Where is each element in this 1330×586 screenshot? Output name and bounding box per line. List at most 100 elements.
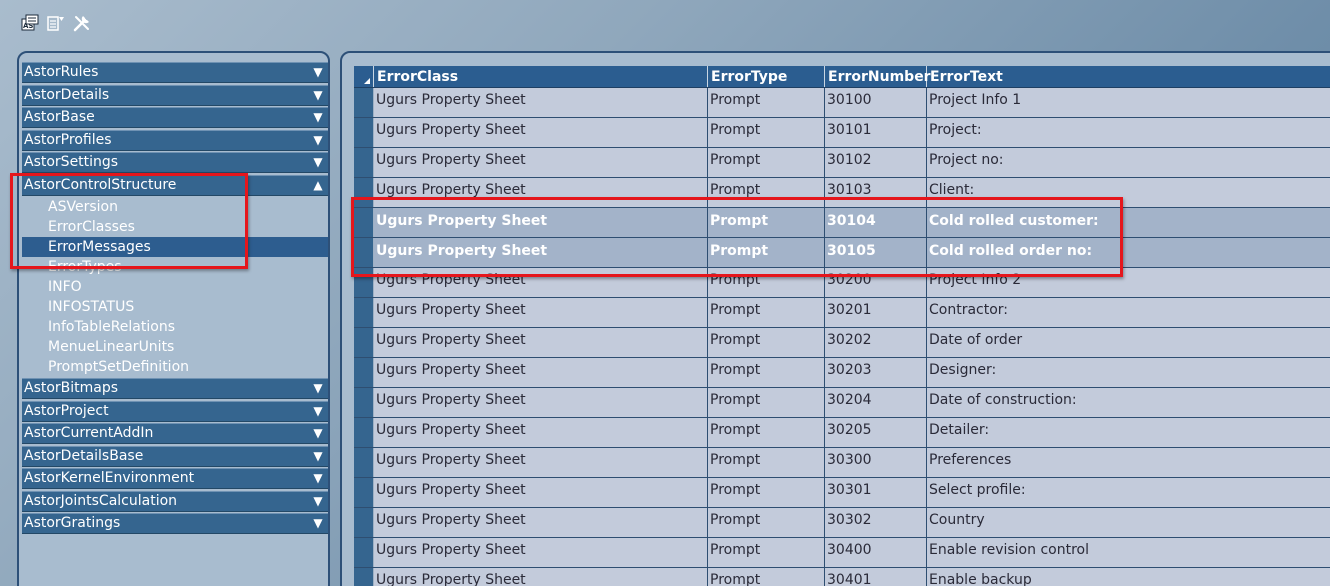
errorclass-cell[interactable]: Ugurs Property Sheet: [374, 508, 708, 537]
nav-item-3[interactable]: ErrorTypes: [22, 257, 328, 277]
table-row[interactable]: Ugurs Property Sheet Prompt 30400 Enable re…: [354, 538, 1330, 568]
errortext-cell[interactable]: Contractor:: [927, 298, 1330, 327]
errorclass-cell[interactable]: Ugurs Property Sheet: [374, 328, 708, 357]
nav-group-2[interactable]: AstorBase ▼: [22, 107, 328, 128]
errorclass-cell[interactable]: Ugurs Property Sheet: [374, 208, 708, 237]
errortype-cell[interactable]: Prompt: [708, 208, 825, 237]
nav-group-9[interactable]: AstorDetailsBase ▼: [22, 445, 328, 467]
errorclass-cell[interactable]: Ugurs Property Sheet: [374, 178, 708, 207]
errortype-cell[interactable]: Prompt: [708, 268, 825, 297]
errortext-cell[interactable]: Preferences: [927, 448, 1330, 477]
errortype-cell[interactable]: Prompt: [708, 238, 825, 267]
errorclass-cell[interactable]: Ugurs Property Sheet: [374, 298, 708, 327]
row-header[interactable]: [354, 118, 374, 147]
errortext-cell[interactable]: Project Info 1: [927, 88, 1330, 117]
nav-group-1[interactable]: AstorDetails ▼: [22, 84, 328, 106]
row-header[interactable]: [354, 238, 374, 267]
column-header-errorclass[interactable]: ErrorClass: [374, 66, 708, 87]
errorclass-cell[interactable]: Ugurs Property Sheet: [374, 538, 708, 567]
errortype-cell[interactable]: Prompt: [708, 148, 825, 177]
errorclass-cell[interactable]: Ugurs Property Sheet: [374, 418, 708, 447]
nav-item-1[interactable]: ErrorClasses: [22, 217, 328, 237]
table-row[interactable]: Ugurs Property Sheet Prompt 30101 Project:: [354, 118, 1330, 148]
expand-arrow-icon[interactable]: ▼: [309, 492, 327, 511]
errornumber-cell[interactable]: 30401: [825, 568, 927, 586]
table-row[interactable]: Ugurs Property Sheet Prompt 30201 Contracto…: [354, 298, 1330, 328]
expand-arrow-icon[interactable]: ▼: [309, 514, 327, 533]
errortype-cell[interactable]: Prompt: [708, 478, 825, 507]
row-header[interactable]: [354, 208, 374, 237]
row-header[interactable]: [354, 538, 374, 567]
errortype-cell[interactable]: Prompt: [708, 118, 825, 147]
errortext-cell[interactable]: Date of order: [927, 328, 1330, 357]
row-header[interactable]: [354, 148, 374, 177]
expand-arrow-icon[interactable]: ▼: [309, 379, 327, 398]
table-row[interactable]: Ugurs Property Sheet Prompt 30302 Country: [354, 508, 1330, 538]
nav-group-12[interactable]: AstorGratings ▼: [22, 513, 328, 534]
table-row[interactable]: Ugurs Property Sheet Prompt 30104 Cold roll…: [354, 208, 1330, 238]
errornumber-cell[interactable]: 30200: [825, 268, 927, 297]
row-header[interactable]: [354, 358, 374, 387]
errorclass-cell[interactable]: Ugurs Property Sheet: [374, 118, 708, 147]
errortype-cell[interactable]: Prompt: [708, 88, 825, 117]
errortype-cell[interactable]: Prompt: [708, 388, 825, 417]
nav-item-2[interactable]: ErrorMessages: [22, 237, 328, 257]
expand-arrow-icon[interactable]: ▼: [309, 447, 327, 466]
errortype-cell[interactable]: Prompt: [708, 568, 825, 586]
errortext-cell[interactable]: Select profile:: [927, 478, 1330, 507]
nav-group-6[interactable]: AstorBitmaps ▼: [22, 378, 328, 399]
table-row[interactable]: Ugurs Property Sheet Prompt 30102 Project n…: [354, 148, 1330, 178]
expand-arrow-icon[interactable]: ▼: [309, 108, 327, 127]
errortext-cell[interactable]: Designer:: [927, 358, 1330, 387]
errortext-cell[interactable]: Detailer:: [927, 418, 1330, 447]
errortype-cell[interactable]: Prompt: [708, 508, 825, 537]
table-row[interactable]: Ugurs Property Sheet Prompt 30103 Client:: [354, 178, 1330, 208]
errornumber-cell[interactable]: 30101: [825, 118, 927, 147]
row-header[interactable]: [354, 478, 374, 507]
errornumber-cell[interactable]: 30302: [825, 508, 927, 537]
errortext-cell[interactable]: Client:: [927, 178, 1330, 207]
column-header-errortext[interactable]: ErrorText: [927, 66, 1330, 87]
errorclass-cell[interactable]: Ugurs Property Sheet: [374, 448, 708, 477]
errortext-cell[interactable]: Project:: [927, 118, 1330, 147]
errornumber-cell[interactable]: 30301: [825, 478, 927, 507]
row-header[interactable]: [354, 268, 374, 297]
as-icon[interactable]: AS: [20, 13, 40, 33]
errornumber-cell[interactable]: 30103: [825, 178, 927, 207]
expand-arrow-icon[interactable]: ▼: [309, 86, 327, 105]
errorclass-cell[interactable]: Ugurs Property Sheet: [374, 388, 708, 417]
nav-group-3[interactable]: AstorProfiles ▼: [22, 129, 328, 151]
errortext-cell[interactable]: Project no:: [927, 148, 1330, 177]
errornumber-cell[interactable]: 30400: [825, 538, 927, 567]
errornumber-cell[interactable]: 30204: [825, 388, 927, 417]
errortype-cell[interactable]: Prompt: [708, 448, 825, 477]
errornumber-cell[interactable]: 30205: [825, 418, 927, 447]
table-row[interactable]: Ugurs Property Sheet Prompt 30401 Enable ba…: [354, 568, 1330, 586]
table-row[interactable]: Ugurs Property Sheet Prompt 30300 Preferenc…: [354, 448, 1330, 478]
errortext-cell[interactable]: Cold rolled order no:: [927, 238, 1330, 267]
nav-group-0[interactable]: AstorRules ▼: [22, 62, 328, 83]
row-header[interactable]: [354, 568, 374, 586]
errornumber-cell[interactable]: 30203: [825, 358, 927, 387]
errortype-cell[interactable]: Prompt: [708, 328, 825, 357]
errortype-cell[interactable]: Prompt: [708, 358, 825, 387]
table-row[interactable]: Ugurs Property Sheet Prompt 30202 Date of o…: [354, 328, 1330, 358]
table-row[interactable]: Ugurs Property Sheet Prompt 30105 Cold roll…: [354, 238, 1330, 268]
errornumber-cell[interactable]: 30104: [825, 208, 927, 237]
errorclass-cell[interactable]: Ugurs Property Sheet: [374, 88, 708, 117]
errorclass-cell[interactable]: Ugurs Property Sheet: [374, 478, 708, 507]
errornumber-cell[interactable]: 30100: [825, 88, 927, 117]
nav-item-4[interactable]: INFO: [22, 277, 328, 297]
nav-group-11[interactable]: AstorJointsCalculation ▼: [22, 490, 328, 512]
table-row[interactable]: Ugurs Property Sheet Prompt 30301 Select pr…: [354, 478, 1330, 508]
tools-icon[interactable]: [72, 13, 92, 33]
table-row[interactable]: Ugurs Property Sheet Prompt 30205 Detailer:: [354, 418, 1330, 448]
row-header[interactable]: [354, 298, 374, 327]
table-row[interactable]: Ugurs Property Sheet Prompt 30204 Date of c…: [354, 388, 1330, 418]
expand-arrow-icon[interactable]: ▼: [309, 131, 327, 150]
errortext-cell[interactable]: Enable revision control: [927, 538, 1330, 567]
select-all-corner[interactable]: [354, 66, 374, 87]
row-header[interactable]: [354, 508, 374, 537]
list-icon[interactable]: [46, 13, 66, 33]
nav-group-5[interactable]: AstorControlStructure ▲: [22, 174, 328, 196]
